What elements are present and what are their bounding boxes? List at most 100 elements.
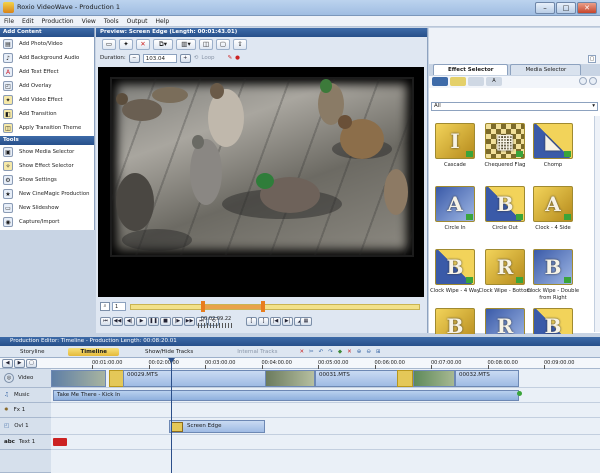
remove-icon[interactable]: ✕ — [347, 349, 352, 355]
video-clip-1[interactable]: 00029.MTS — [123, 370, 273, 387]
effect-filter-select[interactable]: All ▾ — [431, 102, 598, 111]
add-photo-video-item[interactable]: ▤ Add Photo/Video — [0, 37, 94, 51]
effect-thumbnail[interactable]: B — [533, 308, 573, 334]
marker-icon[interactable]: ✎ — [228, 55, 233, 61]
loop-icon[interactable]: ⟲ — [194, 55, 199, 61]
show-media-selector-item[interactable]: ▣ Show Media Selector — [0, 145, 94, 159]
effect-thumbnail[interactable]: B — [435, 249, 475, 285]
track-text-header[interactable]: abc Text 1 — [0, 435, 51, 450]
next-arrow-icon[interactable] — [589, 77, 597, 85]
effects-icon[interactable]: ✦ — [119, 39, 133, 50]
track-video-header[interactable]: ◎ Video — [0, 369, 51, 388]
effect-thumbnail[interactable]: A — [435, 186, 475, 222]
fast-forward-button[interactable]: ▶▶ — [184, 317, 195, 326]
fullscreen-icon[interactable]: ▢ — [216, 39, 230, 50]
record-icon[interactable]: ● — [235, 55, 240, 61]
capture-import-item[interactable]: ◉ Capture/Import — [0, 215, 94, 229]
effect-thumbnail[interactable]: R — [485, 249, 525, 285]
play-button[interactable]: ▶ — [136, 317, 147, 326]
add-transition-item[interactable]: ◧ Add Transition — [0, 107, 94, 121]
mark-out-button[interactable]: ] — [258, 317, 269, 326]
snapshot-icon[interactable]: ◫ — [199, 39, 213, 50]
playhead[interactable] — [171, 358, 172, 473]
add-text-effect-item[interactable]: A Add Text Effect — [0, 65, 94, 79]
effect-thumbnail[interactable]: R — [485, 308, 525, 334]
video-clip-thumb-2[interactable] — [265, 370, 315, 387]
stop-button[interactable]: ■ — [160, 317, 171, 326]
redo-icon[interactable]: ↷ — [328, 349, 333, 355]
music-clip[interactable]: Take Me There - Kick In — [53, 390, 519, 401]
add-background-audio-item[interactable]: ♪ Add Background Audio — [0, 51, 94, 65]
effects-apply-icon[interactable]: ◆ — [338, 349, 342, 355]
mark-in-button[interactable]: [ — [246, 317, 257, 326]
category-transition-icon[interactable] — [450, 77, 466, 86]
show-effect-selector-item[interactable]: ✧ Show Effect Selector — [0, 159, 94, 173]
effect-thumbnail[interactable]: B — [485, 186, 525, 222]
tab-timeline[interactable]: Timeline — [68, 347, 119, 356]
fit-icon[interactable]: ⊞ — [376, 349, 381, 355]
add-overlay-item[interactable]: ◰ Add Overlay — [0, 79, 94, 93]
split-icon[interactable]: ✂ — [309, 349, 314, 355]
effect-thumbnail[interactable]: I — [435, 123, 475, 159]
show-hide-tracks[interactable]: Show/Hide Tracks — [145, 349, 193, 355]
layout-icon[interactable]: ▥▾ — [176, 39, 196, 50]
menu-output[interactable]: Output — [123, 16, 152, 27]
pause-button[interactable]: ❚❚ — [148, 317, 159, 326]
track-fx-header[interactable]: ✹ Fx 1 — [0, 403, 51, 418]
go-start-button[interactable]: ⏮ — [100, 317, 111, 326]
duration-decrease-button[interactable]: − — [128, 53, 140, 63]
menu-tools[interactable]: Tools — [100, 16, 123, 27]
tab-storyline[interactable]: Storyline — [20, 349, 44, 355]
add-video-effect-item[interactable]: ✦ Add Video Effect — [0, 93, 94, 107]
step-forward-button[interactable]: |▶ — [172, 317, 183, 326]
video-clip-thumb[interactable] — [51, 370, 106, 387]
prev-arrow-icon[interactable] — [579, 77, 587, 85]
apply-transition-theme-item[interactable]: ◫ Apply Transition Theme — [0, 121, 94, 135]
effect-thumbnail[interactable]: ▦ — [485, 123, 525, 159]
track-music-header[interactable]: ♫ Music — [0, 388, 51, 403]
export-icon[interactable]: ⇪ — [233, 39, 247, 50]
video-clip-thumb-3[interactable] — [413, 370, 455, 387]
menu-help[interactable]: Help — [151, 16, 173, 27]
show-settings-item[interactable]: ⚙ Show Settings — [0, 173, 94, 187]
tab-effect-selector[interactable]: Effect Selector — [433, 64, 509, 75]
minimize-button[interactable]: – — [535, 2, 555, 14]
tab-media-selector[interactable]: Media Selector — [510, 64, 582, 75]
category-text-icon[interactable]: A — [486, 77, 502, 86]
duration-increase-button[interactable]: + — [179, 53, 191, 63]
rewind-button[interactable]: ◀◀ — [112, 317, 123, 326]
scrub-handle-start[interactable] — [201, 301, 205, 312]
menu-view[interactable]: View — [78, 16, 100, 27]
loop-label[interactable]: Loop — [201, 55, 214, 61]
next-mark-button[interactable]: ▶| — [282, 317, 293, 326]
effect-thumbnail[interactable]: B — [533, 249, 573, 285]
effect-thumbnail[interactable]: ◣ — [533, 123, 573, 159]
transition-marker-2[interactable] — [397, 370, 413, 387]
step-back-button[interactable]: ◀| — [124, 317, 135, 326]
internal-tracks[interactable]: Internal Tracks — [237, 349, 277, 355]
zoom-in-icon[interactable]: ⊕ — [357, 349, 362, 355]
undo-icon[interactable]: ↶ — [319, 349, 324, 355]
maximize-button[interactable]: □ — [556, 2, 576, 14]
category-overlay-icon[interactable] — [468, 77, 484, 86]
effect-thumbnail[interactable]: A — [533, 186, 573, 222]
settings-grid-button[interactable]: ▦ — [300, 317, 312, 326]
save-icon[interactable]: ▭ — [102, 39, 116, 50]
menu-file[interactable]: File — [0, 16, 18, 27]
scrub-bar[interactable] — [130, 304, 420, 310]
menu-edit[interactable]: Edit — [18, 16, 38, 27]
zoom-out-icon[interactable]: ⊖ — [366, 349, 371, 355]
delete-clip-icon[interactable]: ✕ — [299, 349, 304, 355]
menu-production[interactable]: Production — [38, 16, 78, 27]
text-clip[interactable] — [53, 438, 67, 446]
duration-field[interactable]: 103.04 — [142, 53, 177, 63]
new-slideshow-item[interactable]: ▭ New Slideshow — [0, 201, 94, 215]
frame-field[interactable]: 1 — [112, 302, 126, 311]
jog-wheel[interactable] — [198, 323, 234, 328]
category-video-icon[interactable] — [432, 77, 448, 86]
delete-icon[interactable]: ✕ — [136, 39, 150, 50]
transition-marker[interactable] — [109, 370, 124, 387]
effect-thumbnail[interactable]: B — [435, 308, 475, 334]
close-button[interactable]: ✕ — [577, 2, 597, 14]
track-overlay-header[interactable]: ◰ Ovl 1 — [0, 418, 51, 435]
